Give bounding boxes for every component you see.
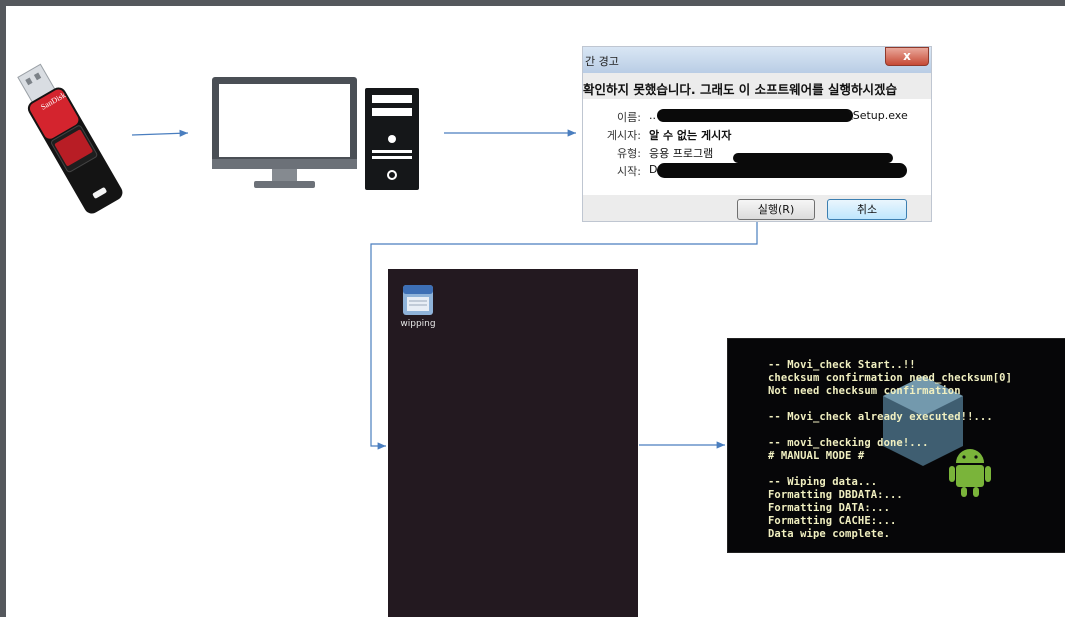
terminal-line: -- movi_checking done!... <box>768 437 929 449</box>
terminal-line: checksum confirmation need_checksum[0] <box>768 372 1013 384</box>
field-name-label: 이름: <box>617 111 641 124</box>
terminal-line: -- Movi_check Start..!! <box>768 359 916 371</box>
terminal-line: Formatting DBDATA:... <box>768 489 903 501</box>
wipping-app-label: wipping <box>400 319 436 329</box>
arrow-usb-to-pc <box>131 129 189 137</box>
field-publisher-label: 게시자: <box>606 129 641 142</box>
field-from: 시작: D <box>583 163 923 179</box>
field-from-label: 시작: <box>617 165 641 178</box>
wipping-app-icon[interactable] <box>400 283 436 317</box>
terminal-line: Formatting CACHE:... <box>768 515 897 527</box>
dialog-headline: 확인하지 못했습니다. 그래도 이 소프트웨어를 실행하시겠습 <box>583 82 898 97</box>
field-publisher-value: 알 수 없는 게시자 <box>649 129 732 142</box>
terminal-line: Data wipe complete. <box>768 528 891 540</box>
android-robot-icon <box>949 449 991 497</box>
pc-tower-icon <box>365 88 419 190</box>
cancel-button[interactable]: 취소 <box>827 199 907 220</box>
redaction-mark <box>657 109 853 122</box>
security-warning-dialog: 간 경고 x 확인하지 못했습니다. 그래도 이 소프트웨어를 실행하시겠습 이… <box>582 46 932 222</box>
monitor-icon <box>212 77 357 188</box>
terminal-line: Not need checksum confirmation <box>768 385 961 397</box>
dialog-titlebar: 간 경고 x <box>583 47 931 73</box>
terminal-line: # MANUAL MODE # <box>768 450 865 462</box>
redaction-mark <box>733 153 893 163</box>
field-name-value: .. <box>649 109 656 122</box>
desktop-screen: wipping <box>388 269 638 617</box>
redaction-mark <box>657 163 907 178</box>
usb-drive-image: SanDisk <box>17 63 123 214</box>
terminal-line: -- Movi_check already executed!!... <box>768 411 993 423</box>
field-name-tail: \Setup.exe <box>849 109 908 122</box>
dialog-title: 간 경고 <box>585 55 619 68</box>
recovery-terminal-screen: -- Movi_check Start..!! checksum confirma… <box>727 338 1065 553</box>
terminal-line: Formatting DATA:... <box>768 502 891 514</box>
field-type-label: 유형: <box>617 147 641 160</box>
dialog-close-button[interactable]: x <box>885 47 929 66</box>
field-name: 이름: .. \Setup.exe <box>583 109 923 125</box>
terminal-line: -- Wiping data... <box>768 476 878 488</box>
run-button[interactable]: 실행(R) <box>737 199 815 220</box>
dialog-details: 이름: .. \Setup.exe 게시자: 알 수 없는 게시자 유형: 응용… <box>583 99 931 195</box>
field-publisher: 게시자: 알 수 없는 게시자 <box>583 127 923 143</box>
slide: SanDisk 간 경고 x 확인하지 못했습니다. 그래도 이 소프트웨어를 … <box>6 6 1065 617</box>
field-type-value: 응용 프로그램 <box>649 147 714 160</box>
